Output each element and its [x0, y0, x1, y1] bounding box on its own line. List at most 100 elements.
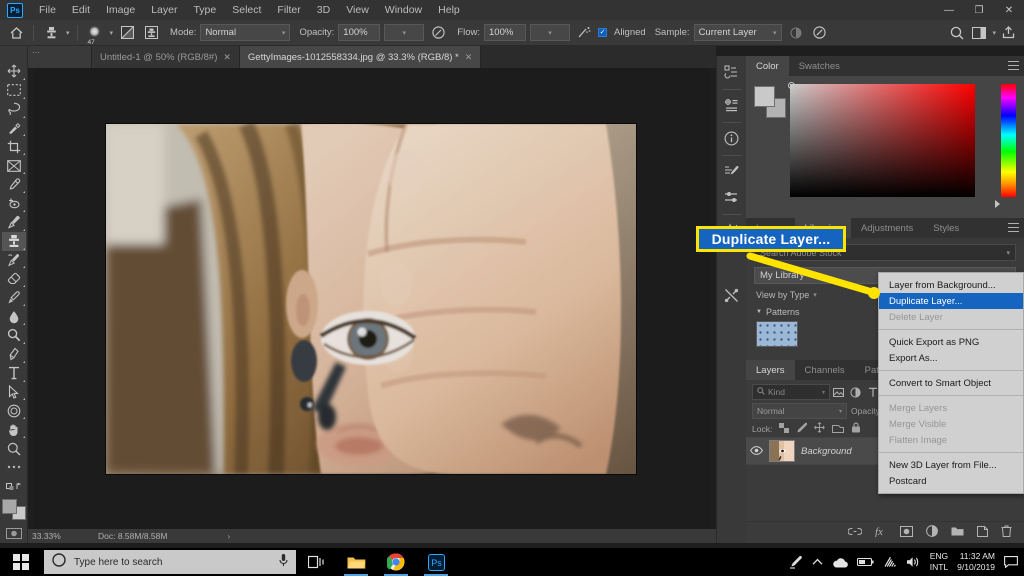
color-swatches[interactable] — [2, 499, 26, 521]
toggle-brush-panel-icon[interactable] — [117, 23, 137, 43]
menu-item-filter[interactable]: Filter — [269, 1, 308, 19]
flow-field[interactable]: 100% — [484, 24, 526, 41]
search-input[interactable]: Type here to search — [44, 550, 296, 574]
canvas-area[interactable] — [28, 68, 716, 529]
menu-item-select[interactable]: Select — [224, 1, 269, 19]
opacity-field[interactable]: 100% — [338, 24, 380, 41]
menu-item-edit[interactable]: Edit — [64, 1, 98, 19]
tool-path-selection-tool[interactable] — [2, 383, 26, 402]
new-layer-icon[interactable] — [977, 526, 988, 540]
delete-layer-icon[interactable] — [1001, 525, 1012, 540]
brush-settings-icon[interactable] — [719, 159, 745, 183]
tool-lasso-tool[interactable] — [2, 100, 26, 119]
airbrush-icon[interactable] — [574, 23, 594, 43]
menu-item-file[interactable]: File — [31, 1, 64, 19]
document-tab[interactable]: Untitled-1 @ 50% (RGB/8#)✕ — [92, 46, 240, 68]
share-icon[interactable] — [998, 23, 1018, 43]
file-explorer-icon[interactable] — [336, 548, 376, 576]
volume-icon[interactable] — [906, 556, 921, 568]
microphone-icon[interactable] — [279, 553, 288, 572]
filter-adjustment-icon[interactable] — [847, 384, 864, 400]
tool-dodge-tool[interactable] — [2, 326, 26, 345]
color-panel-foreground-swatch[interactable] — [754, 86, 775, 107]
tool-ellipse-tool[interactable] — [2, 401, 26, 420]
close-icon[interactable]: ✕ — [223, 52, 231, 63]
restore-button[interactable]: ❐ — [964, 0, 994, 20]
opacity-pressure-icon[interactable] — [428, 23, 448, 43]
tool-crop-tool[interactable] — [2, 137, 26, 156]
eye-icon[interactable] — [750, 442, 763, 460]
workspace-icon[interactable] — [969, 23, 989, 43]
layer-thumbnail[interactable] — [769, 440, 795, 462]
minimize-button[interactable]: — — [934, 0, 964, 20]
new-group-icon[interactable] — [951, 526, 964, 539]
document-window[interactable] — [34, 68, 710, 530]
photoshop-taskbar-icon[interactable]: Ps — [416, 548, 456, 576]
libraries-panel-menu-icon[interactable] — [1008, 223, 1019, 232]
toggle-colors-button[interactable] — [2, 477, 26, 496]
menu-item-window[interactable]: Window — [377, 1, 430, 19]
adjustment-layer-icon[interactable] — [926, 525, 938, 540]
ignore-adjustment-layers-icon[interactable] — [786, 23, 806, 43]
tab-overflow-handle[interactable]: ⋯ — [28, 46, 92, 68]
tool-preset-chevron-down-icon[interactable]: ▾ — [66, 29, 70, 37]
context-menu-item-postcard[interactable]: Postcard — [879, 473, 1023, 489]
edit-toolbar-button[interactable] — [2, 458, 26, 477]
panel-tab-color[interactable]: Color — [746, 56, 789, 76]
properties-panel-icon[interactable] — [719, 185, 745, 209]
onedrive-icon[interactable] — [832, 557, 848, 568]
tool-quick-selection-tool[interactable] — [2, 119, 26, 138]
lock-image-pixels-icon[interactable] — [796, 422, 807, 435]
show-hidden-icons-icon[interactable] — [812, 558, 823, 566]
hue-slider[interactable] — [1001, 84, 1016, 197]
flow-chevron-down-icon[interactable]: ▾ — [530, 24, 570, 41]
home-icon[interactable] — [6, 23, 26, 43]
lock-transparent-pixels-icon[interactable] — [779, 423, 789, 435]
zoom-level[interactable]: 33.33% — [28, 531, 84, 541]
tool-history-brush-tool[interactable] — [2, 251, 26, 270]
panel-tab-swatches[interactable]: Swatches — [789, 56, 850, 76]
canvas-image[interactable] — [106, 124, 636, 474]
lock-artboard-nesting-icon[interactable] — [832, 423, 844, 435]
close-button[interactable]: ✕ — [994, 0, 1024, 20]
brush-preset-picker[interactable]: 47 — [85, 23, 105, 43]
lock-position-icon[interactable] — [814, 422, 825, 435]
tool-gradient-tool[interactable] — [2, 288, 26, 307]
workspace-chevron-down-icon[interactable]: ▾ — [992, 29, 996, 37]
menu-item-view[interactable]: View — [338, 1, 377, 19]
blend-mode-select[interactable]: Normal ▾ — [200, 24, 290, 41]
task-view-icon[interactable] — [296, 548, 336, 576]
info-panel-icon[interactable] — [719, 126, 745, 150]
opacity-chevron-down-icon[interactable]: ▾ — [384, 24, 424, 41]
document-tab-active[interactable]: GettyImages-1012558334.jpg @ 33.3% (RGB/… — [240, 46, 481, 68]
tool-move-tool[interactable] — [2, 62, 26, 81]
layer-mask-icon[interactable] — [900, 526, 913, 540]
toggle-clone-source-panel-icon[interactable] — [141, 23, 161, 43]
tool-eraser-tool[interactable] — [2, 269, 26, 288]
windows-start-icon[interactable] — [0, 548, 42, 576]
clock[interactable]: 11:32 AM 9/10/2019 — [957, 551, 995, 573]
wifi-icon[interactable] — [883, 556, 897, 568]
tool-blur-tool[interactable] — [2, 307, 26, 326]
tool-rectangular-marquee-tool[interactable] — [2, 81, 26, 100]
brush-chevron-down-icon[interactable]: ▾ — [110, 29, 114, 37]
tool-brush-tool[interactable] — [2, 213, 26, 232]
filter-image-icon[interactable] — [830, 384, 847, 400]
tool-pen-tool[interactable] — [2, 345, 26, 364]
tool-spot-healing-brush-tool[interactable] — [2, 194, 26, 213]
tool-eyedropper-tool[interactable] — [2, 175, 26, 194]
color-panel-menu-icon[interactable] — [1008, 61, 1019, 70]
panel-tab-channels[interactable]: Channels — [795, 360, 855, 380]
windows-ink-icon[interactable] — [789, 555, 803, 569]
context-menu-item-convert-to-smart-object[interactable]: Convert to Smart Object — [879, 375, 1023, 391]
lock-all-icon[interactable] — [851, 422, 861, 435]
menu-item-help[interactable]: Help — [430, 1, 468, 19]
search-icon[interactable] — [947, 23, 967, 43]
close-icon[interactable]: ✕ — [465, 52, 473, 63]
context-menu-item-new-3d-layer-from-file[interactable]: New 3D Layer from File... — [879, 457, 1023, 473]
panel-tab-styles[interactable]: Styles — [923, 218, 969, 238]
sample-select[interactable]: Current Layer ▾ — [694, 24, 782, 41]
tool-type-tool[interactable] — [2, 364, 26, 383]
chrome-icon[interactable] — [376, 548, 416, 576]
color-picker-marker[interactable] — [788, 82, 795, 89]
